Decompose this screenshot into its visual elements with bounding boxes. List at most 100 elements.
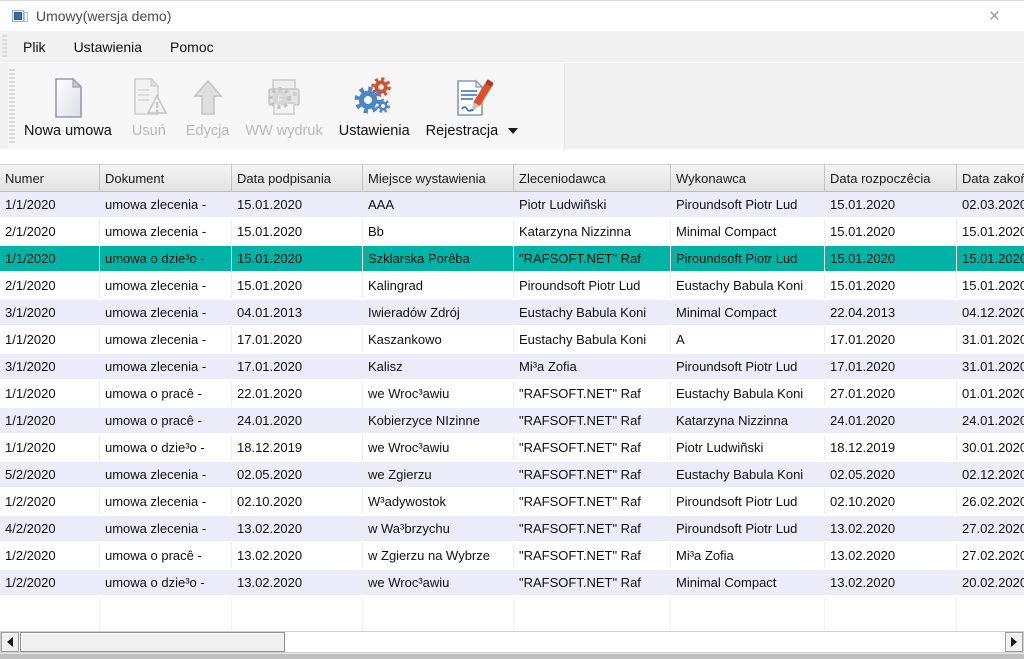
menu-item-plik[interactable]: Plik — [9, 34, 60, 60]
cell: 15.01.2020 — [957, 246, 1024, 271]
cell: Piotr Ludwiñski — [671, 435, 825, 460]
toolbar-grip-handle[interactable] — [9, 69, 15, 143]
table-row[interactable]: 1/1/2020umowa o dzie³o -18.12.2019we Wro… — [0, 435, 1024, 462]
scroll-left-arrow-icon — [7, 637, 13, 647]
cell: 17.01.2020 — [232, 327, 363, 352]
contracts-table: NumerDokumentData podpisaniaMiejsce wyst… — [0, 164, 1024, 631]
cell: Iwieradów Zdrój — [363, 300, 514, 325]
close-icon[interactable]: × — [975, 7, 1014, 26]
horizontal-scrollbar[interactable] — [0, 631, 1024, 653]
new-contract-button[interactable]: Nowa umowa — [17, 65, 119, 147]
cell: Eustachy Babula Koni — [671, 462, 825, 487]
table-row[interactable]: 1/2/2020umowa o dzie³o -13.02.2020we Wro… — [0, 570, 1024, 597]
scrollbar-thumb[interactable] — [20, 632, 285, 652]
cell: "RAFSOFT.NET" Raf — [514, 246, 671, 271]
cell: umowa o pracê - — [100, 543, 232, 568]
cell: umowa o dzie³o - — [100, 246, 232, 271]
edit-button[interactable]: Edycja — [179, 65, 237, 147]
cell: 13.02.2020 — [232, 543, 363, 568]
cell: Minimal Compact — [671, 570, 825, 595]
column-header-4[interactable]: Zleceniodawca — [514, 165, 671, 191]
settings-label: Ustawienia — [339, 123, 410, 139]
table-row[interactable]: 1/2/2020umowa zlecenia -02.10.2020W³adyw… — [0, 489, 1024, 516]
cell: 24.01.2020 — [232, 408, 363, 433]
cell: 24.01.2020 — [825, 408, 957, 433]
cell: Eustachy Babula Koni — [671, 381, 825, 406]
title-bar: Umowy(wersja demo) × — [0, 1, 1024, 31]
cell: Kobierzyce NIzinne — [363, 408, 514, 433]
column-header-3[interactable]: Miejsce wystawienia — [363, 165, 514, 191]
cell: 15.01.2020 — [825, 219, 957, 244]
cell: 15.01.2020 — [957, 273, 1024, 298]
table-row[interactable]: 1/1/2020umowa o pracê -24.01.2020Kobierz… — [0, 408, 1024, 435]
cell: 3/1/2020 — [0, 300, 100, 325]
cell: w Zgierzu na Wybrze — [363, 543, 514, 568]
cell: Kalisz — [363, 354, 514, 379]
registration-button[interactable]: Rejestracja — [419, 65, 526, 147]
cell: Eustachy Babula Koni — [514, 327, 671, 352]
cell: umowa o dzie³o - — [100, 435, 232, 460]
delete-button[interactable]: Usuń — [121, 65, 177, 147]
table-row[interactable]: 1/1/2020umowa zlecenia -15.01.2020AAAPio… — [0, 192, 1024, 219]
table-row[interactable]: 2/1/2020umowa zlecenia -15.01.2020Kaling… — [0, 273, 1024, 300]
document-pen-icon — [451, 76, 493, 120]
column-header-2[interactable]: Data podpisania — [232, 165, 363, 191]
cell: Piroundsoft Piotr Lud — [671, 489, 825, 514]
column-header-5[interactable]: Wykonawca — [671, 165, 825, 191]
table-row[interactable]: 1/1/2020umowa o dzie³o -15.01.2020Szklar… — [0, 246, 1024, 273]
cell: 3/1/2020 — [0, 354, 100, 379]
cell: 1/1/2020 — [0, 435, 100, 460]
table-row[interactable]: 1/1/2020umowa o pracê -22.01.2020we Wroc… — [0, 381, 1024, 408]
cell: 17.01.2020 — [825, 354, 957, 379]
print-label: WW wydruk — [245, 123, 322, 139]
scroll-right-button[interactable] — [1005, 632, 1023, 652]
empty-cell — [0, 597, 100, 631]
menu-item-ustawienia[interactable]: Ustawienia — [60, 34, 156, 60]
table-row[interactable]: 1/2/2020umowa o pracê -13.02.2020w Zgier… — [0, 543, 1024, 570]
cell: Bb — [363, 219, 514, 244]
cell: Piroundsoft Piotr Lud — [671, 354, 825, 379]
table-row[interactable]: 1/1/2020umowa zlecenia -17.01.2020Kaszan… — [0, 327, 1024, 354]
cell: 5/2/2020 — [0, 462, 100, 487]
column-header-7[interactable]: Data zakoñczenia — [957, 165, 1024, 191]
menu-item-pomoc[interactable]: Pomoc — [156, 34, 228, 60]
table-row[interactable]: 3/1/2020umowa zlecenia -04.01.2013Iwiera… — [0, 300, 1024, 327]
toolbar: Nowa umowa Usuń Edycja — [0, 63, 1024, 149]
table-row[interactable]: 3/1/2020umowa zlecenia -17.01.2020Kalisz… — [0, 354, 1024, 381]
cell: 26.02.2020 — [957, 489, 1024, 514]
cell: 13.02.2020 — [232, 516, 363, 541]
registration-dropdown-icon[interactable] — [508, 128, 518, 134]
cell: Piroundsoft Piotr Lud — [671, 246, 825, 271]
settings-button[interactable]: Ustawienia — [332, 65, 417, 147]
cell: 15.01.2020 — [957, 219, 1024, 244]
edit-label: Edycja — [186, 123, 230, 139]
column-header-0[interactable]: Numer — [0, 165, 100, 191]
scroll-left-button[interactable] — [1, 632, 19, 652]
menu-bar: Plik Ustawienia Pomoc — [0, 31, 1024, 63]
cell: Minimal Compact — [671, 219, 825, 244]
gears-icon — [353, 76, 395, 120]
print-button[interactable]: F WW wydruk — [238, 65, 329, 147]
scroll-right-arrow-icon — [1011, 637, 1017, 647]
cell: 02.10.2020 — [232, 489, 363, 514]
cell: "RAFSOFT.NET" Raf — [514, 570, 671, 595]
menu-grip-handle[interactable] — [2, 35, 7, 58]
cell: 13.02.2020 — [825, 570, 957, 595]
empty-cell — [363, 597, 514, 631]
cell: "RAFSOFT.NET" Raf — [514, 462, 671, 487]
cell: 15.01.2020 — [232, 246, 363, 271]
table-row[interactable]: 5/2/2020umowa zlecenia -02.05.2020we Zgi… — [0, 462, 1024, 489]
cell: 22.01.2020 — [232, 381, 363, 406]
table-row[interactable]: 2/1/2020umowa zlecenia -15.01.2020BbKata… — [0, 219, 1024, 246]
cell: 13.02.2020 — [232, 570, 363, 595]
new-document-icon — [47, 76, 89, 120]
app-window: Umowy(wersja demo) × Plik Ustawienia Pom… — [0, 0, 1024, 659]
registration-label: Rejestracja — [426, 123, 499, 139]
column-header-1[interactable]: Dokument — [100, 165, 232, 191]
cell: "RAFSOFT.NET" Raf — [514, 489, 671, 514]
cell: Minimal Compact — [671, 300, 825, 325]
column-header-6[interactable]: Data rozpoczêcia — [825, 165, 957, 191]
cell: 02.05.2020 — [825, 462, 957, 487]
table-row[interactable]: 4/2/2020umowa zlecenia -13.02.2020w Wa³b… — [0, 516, 1024, 543]
cell: Kalingrad — [363, 273, 514, 298]
